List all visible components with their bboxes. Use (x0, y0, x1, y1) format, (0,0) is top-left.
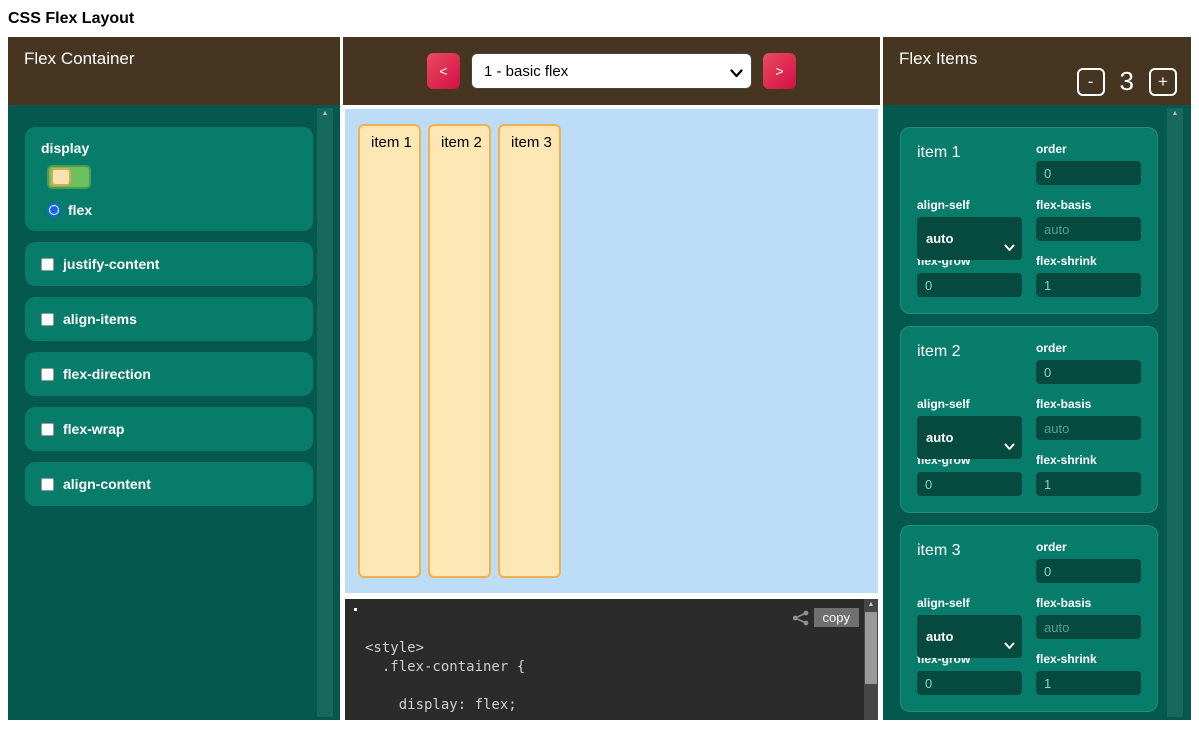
code-caret-dot (354, 608, 357, 611)
align-content-label: align-content (63, 476, 151, 492)
flex-items-panel-body: item 1 order align-self auto (883, 105, 1191, 720)
flex-wrap-card: flex-wrap (25, 407, 313, 451)
display-label: display (41, 140, 297, 156)
display-toggle-knob (51, 168, 71, 186)
display-card: display flex (25, 127, 313, 231)
flex-shrink-label: flex-shrink (1036, 254, 1141, 268)
display-flex-radio[interactable] (47, 203, 61, 217)
item-1-flex-grow-input[interactable] (917, 273, 1022, 297)
item-2-title: item 2 (917, 341, 1022, 384)
flex-container-panel: Flex Container display flex justify-cont… (8, 37, 340, 720)
preview-flex-item-2: item 2 (428, 124, 491, 578)
item-3-align-self-select[interactable]: auto (917, 615, 1022, 658)
justify-content-label: justify-content (63, 256, 159, 272)
item-3-flex-shrink-input[interactable] (1036, 671, 1141, 695)
display-toggle[interactable] (47, 165, 91, 189)
item-3-title: item 3 (917, 540, 1022, 583)
item-3-order-input[interactable] (1036, 559, 1141, 583)
flex-items-panel-header: Flex Items - 3 + (883, 37, 1191, 105)
next-example-button[interactable]: > (763, 53, 796, 89)
scroll-up-icon[interactable]: ▲ (1167, 108, 1183, 120)
item-2-flex-basis-input[interactable] (1036, 416, 1141, 440)
flex-basis-label: flex-basis (1036, 596, 1141, 610)
flex-direction-label: flex-direction (63, 366, 151, 382)
item-3-flex-grow-input[interactable] (917, 671, 1022, 695)
item-1-flex-basis-input[interactable] (1036, 217, 1141, 241)
align-content-checkbox[interactable] (41, 478, 54, 491)
item-2-align-self-select[interactable]: auto (917, 416, 1022, 459)
item-1-align-self-select[interactable]: auto (917, 217, 1022, 260)
align-self-label: align-self (917, 198, 1022, 212)
align-self-label: align-self (917, 596, 1022, 610)
add-item-button[interactable]: + (1149, 68, 1177, 96)
item-1-flex-shrink-input[interactable] (1036, 273, 1141, 297)
item-2-flex-grow-input[interactable] (917, 472, 1022, 496)
flex-shrink-label: flex-shrink (1036, 652, 1141, 666)
flex-container-panel-body: display flex justify-content align (8, 105, 340, 720)
flex-items-panel: Flex Items - 3 + item 1 order align-self (883, 37, 1191, 720)
order-label: order (1036, 341, 1141, 355)
prev-example-button[interactable]: < (427, 53, 460, 89)
scroll-up-icon[interactable]: ▲ (317, 108, 333, 120)
flex-wrap-label: flex-wrap (63, 421, 124, 437)
container-panel-scrollbar[interactable]: ▲ (317, 108, 333, 717)
item-1-order-input[interactable] (1036, 161, 1141, 185)
item-1-title: item 1 (917, 142, 1022, 185)
flex-items-panel-title: Flex Items (899, 49, 977, 68)
flex-direction-card: flex-direction (25, 352, 313, 396)
item-1-card: item 1 order align-self auto (900, 127, 1158, 314)
flex-direction-checkbox[interactable] (41, 368, 54, 381)
align-items-checkbox[interactable] (41, 313, 54, 326)
item-2-flex-shrink-input[interactable] (1036, 472, 1141, 496)
page-title: CSS Flex Layout (8, 10, 1199, 28)
code-scrollbar-thumb[interactable] (865, 612, 877, 684)
flex-basis-label: flex-basis (1036, 198, 1141, 212)
flex-preview-container: item 1 item 2 item 3 (345, 109, 878, 593)
item-count-value: 3 (1120, 66, 1134, 97)
flex-wrap-checkbox[interactable] (41, 423, 54, 436)
remove-item-button[interactable]: - (1077, 68, 1105, 96)
example-navigation: < 1 - basic flex > (343, 37, 880, 105)
align-items-card: align-items (25, 297, 313, 341)
item-3-card: item 3 order align-self auto (900, 525, 1158, 712)
example-select[interactable]: 1 - basic flex (471, 53, 752, 89)
item-count-controls: - 3 + (1077, 66, 1177, 97)
preview-flex-item-3: item 3 (498, 124, 561, 578)
order-label: order (1036, 142, 1141, 156)
share-icon[interactable] (792, 610, 810, 631)
code-scrollbar[interactable]: ▲ (864, 599, 878, 720)
preview-flex-item-1: item 1 (358, 124, 421, 578)
align-self-label: align-self (917, 397, 1022, 411)
flex-container-panel-title: Flex Container (24, 49, 135, 68)
justify-content-checkbox[interactable] (41, 258, 54, 271)
flex-container-panel-header: Flex Container (8, 37, 340, 105)
items-panel-scrollbar[interactable]: ▲ (1167, 108, 1183, 717)
justify-content-card: justify-content (25, 242, 313, 286)
flex-shrink-label: flex-shrink (1036, 453, 1141, 467)
align-content-card: align-content (25, 462, 313, 506)
item-2-card: item 2 order align-self auto (900, 326, 1158, 513)
example-select-wrap: 1 - basic flex (471, 53, 752, 89)
scroll-up-icon[interactable]: ▲ (864, 599, 878, 611)
code-panel: <style> .flex-container { display: flex;… (345, 599, 878, 720)
display-flex-radio-label: flex (68, 202, 92, 218)
main-layout: Flex Container display flex justify-cont… (8, 37, 1191, 720)
align-items-label: align-items (63, 311, 137, 327)
order-label: order (1036, 540, 1141, 554)
item-2-order-input[interactable] (1036, 360, 1141, 384)
flex-basis-label: flex-basis (1036, 397, 1141, 411)
item-3-flex-basis-input[interactable] (1036, 615, 1141, 639)
preview-column: < 1 - basic flex > item 1 item 2 item 3 … (343, 37, 880, 720)
copy-code-button[interactable]: copy (814, 608, 859, 627)
